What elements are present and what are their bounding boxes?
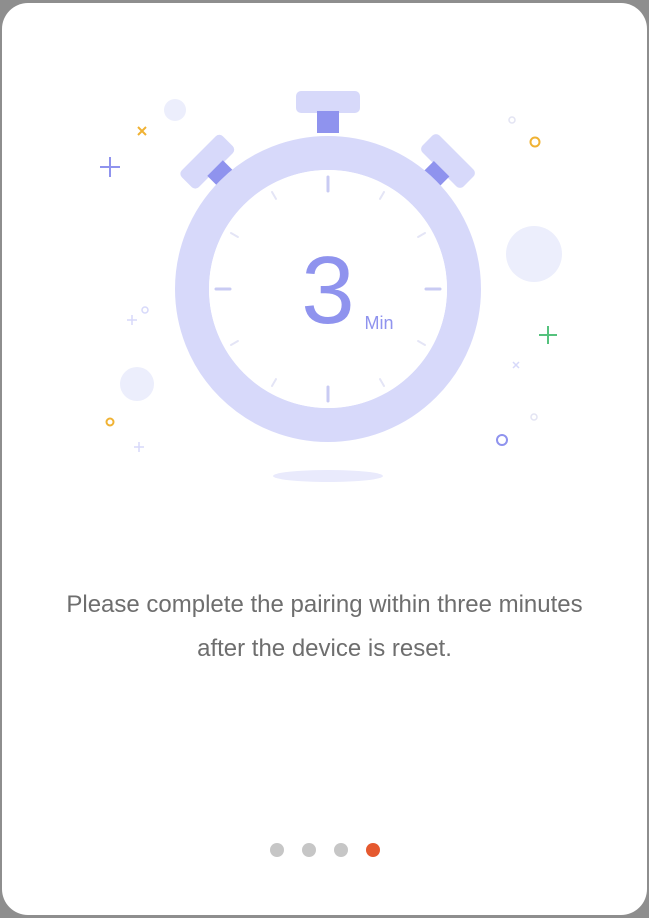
page-indicator: [2, 843, 647, 857]
ring-decoration: [496, 434, 508, 446]
plus-decoration: [127, 315, 137, 325]
page-dot-1[interactable]: [269, 843, 284, 857]
stopwatch-illustration: 3 Min: [100, 91, 562, 482]
timer-value: 3: [301, 237, 354, 344]
plus-decoration: [539, 326, 557, 344]
page-dot-2[interactable]: [301, 843, 316, 857]
instruction-line-2: after the device is reset.: [197, 635, 452, 662]
plus-decoration: [100, 157, 120, 177]
pairing-instruction: Please complete the pairing within three…: [22, 583, 627, 671]
bubble-decoration: [120, 367, 154, 401]
ring-decoration: [529, 136, 541, 148]
bubble-decoration: [506, 226, 562, 282]
plus-decoration: [134, 442, 144, 452]
page-dot-4[interactable]: [365, 843, 380, 857]
cross-decoration: [512, 361, 520, 369]
ring-decoration: [141, 306, 149, 314]
cross-decoration: [137, 126, 147, 136]
timer-unit: Min: [364, 313, 393, 333]
bubble-decoration: [164, 99, 186, 121]
page-dot-3[interactable]: [333, 843, 348, 857]
ring-decoration: [105, 417, 115, 427]
ring-decoration: [508, 116, 516, 124]
stopwatch-stem: [317, 111, 339, 133]
pairing-card: 3 Min Please complete the pairing within…: [2, 3, 647, 915]
stopwatch-shadow: [273, 470, 383, 482]
instruction-line-1: Please complete the pairing within three…: [66, 591, 583, 618]
stopwatch-top-button: [296, 91, 360, 113]
ring-decoration: [530, 413, 538, 421]
